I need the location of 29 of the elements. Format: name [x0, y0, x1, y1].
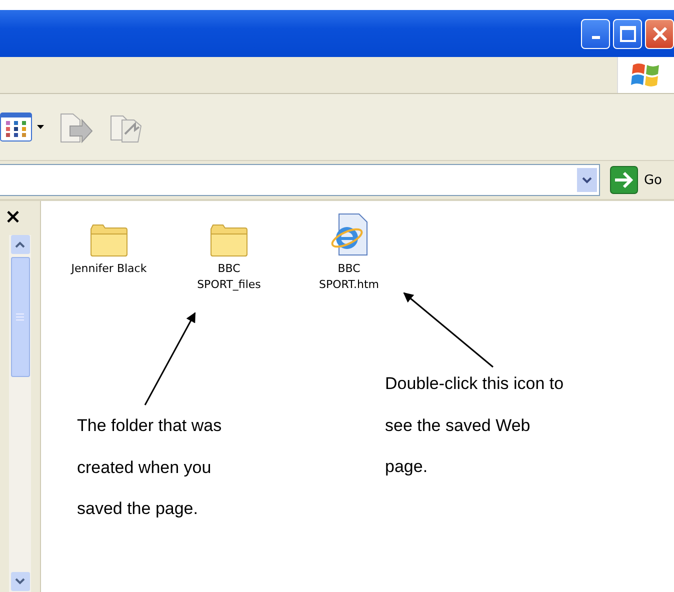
folder-icon — [89, 223, 129, 257]
file-name[interactable]: Jennifer Black — [70, 261, 148, 277]
scrollbar[interactable] — [9, 235, 31, 592]
dropdown-button[interactable] — [576, 168, 597, 192]
close-icon — [652, 26, 668, 42]
chevron-down-icon — [582, 176, 592, 184]
chevron-up-icon — [15, 241, 25, 248]
folder-icon — [209, 223, 249, 257]
scroll-down-button[interactable] — [10, 572, 30, 591]
close-button[interactable] — [645, 18, 674, 48]
maximize-button[interactable] — [613, 18, 642, 48]
dropdown-arrow-icon[interactable] — [37, 125, 44, 129]
scroll-up-button[interactable] — [10, 235, 30, 254]
views-icon[interactable] — [0, 112, 32, 142]
go-button[interactable]: Go — [606, 166, 674, 194]
close-pane-button[interactable]: × — [4, 201, 22, 227]
minimize-button[interactable] — [581, 18, 610, 48]
scroll-thumb[interactable] — [10, 257, 30, 377]
file-name[interactable]: BBC SPORT.htm — [310, 261, 388, 293]
windows-logo-icon — [631, 61, 661, 89]
file-name[interactable]: BBC SPORT_files — [190, 261, 268, 293]
chevron-down-icon — [15, 578, 25, 585]
grip-icon — [16, 313, 24, 321]
minimize-icon — [592, 36, 600, 39]
maximize-icon — [620, 26, 636, 42]
address-field[interactable] — [0, 164, 600, 196]
annotation-text: The folder that was created when you saved the page. — [77, 415, 223, 520]
web-page-icon — [329, 213, 369, 257]
annotation-text: Double-click this icon to see the saved Web page. — [385, 373, 565, 478]
